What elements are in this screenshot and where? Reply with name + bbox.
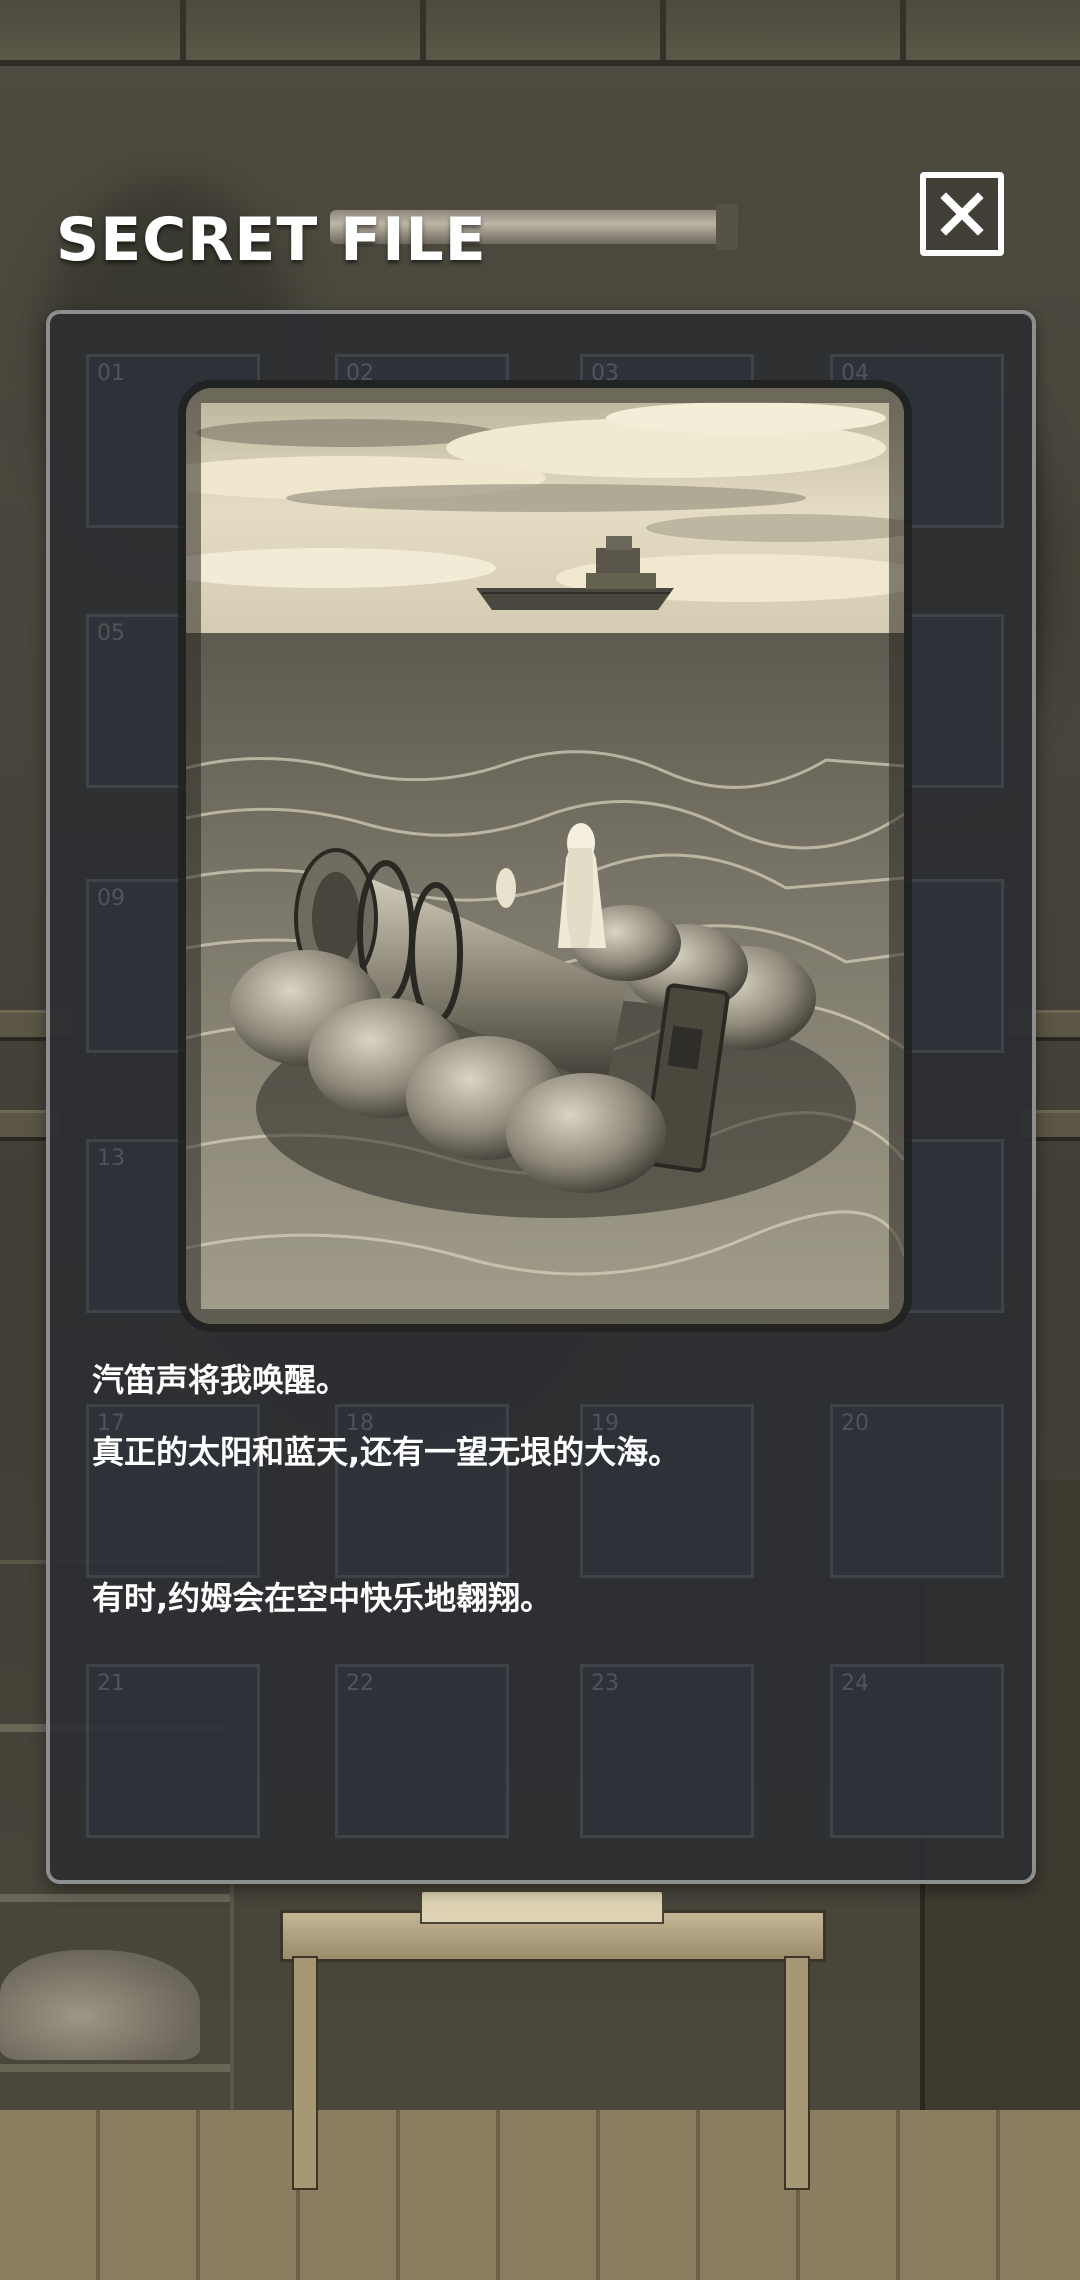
background-card-number: 04 bbox=[841, 361, 869, 386]
story-line-1: 汽笛声将我唤醒。 bbox=[92, 1361, 349, 1399]
raft-at-sea-picture bbox=[186, 388, 904, 1324]
background-card: 24 bbox=[830, 1664, 1004, 1838]
background-card-number: 13 bbox=[97, 1146, 125, 1171]
table-leg-right bbox=[784, 1956, 810, 2190]
background-card-number: 01 bbox=[97, 361, 125, 386]
background-card-number: 02 bbox=[346, 361, 374, 386]
table-leg-left bbox=[292, 1956, 318, 2190]
background-card-number: 03 bbox=[591, 361, 619, 386]
story-text: 汽笛声将我唤醒。 真正的太阳和蓝天,还有一望无垠的大海。 有时,约姆会在空中快乐… bbox=[92, 1344, 992, 1634]
background-card-number: 09 bbox=[97, 886, 125, 911]
secret-file-illustration bbox=[186, 388, 904, 1324]
story-line-2: 真正的太阳和蓝天,还有一望无垠的大海。 bbox=[92, 1433, 681, 1471]
background-card-number: 23 bbox=[591, 1671, 619, 1696]
story-line-4: 有时,约姆会在空中快乐地翱翔。 bbox=[92, 1579, 553, 1617]
background-card: 22 bbox=[335, 1664, 509, 1838]
story-line-3 bbox=[92, 1488, 992, 1562]
secret-file-panel: 0102030405060708091011121314151617181920… bbox=[46, 310, 1036, 1884]
background-card: 23 bbox=[580, 1664, 754, 1838]
wooden-floor bbox=[0, 2110, 1080, 2280]
rubble bbox=[0, 1950, 200, 2060]
background-card-number: 21 bbox=[97, 1671, 125, 1696]
background-card-number: 05 bbox=[97, 621, 125, 646]
page-title: SECRET FILE bbox=[56, 205, 487, 275]
open-book bbox=[420, 1890, 664, 1924]
ceiling bbox=[0, 0, 1080, 66]
background-card-number: 22 bbox=[346, 1671, 374, 1696]
pipe-fitting bbox=[716, 204, 738, 250]
background-card-number: 24 bbox=[841, 1671, 869, 1696]
background-card: 21 bbox=[86, 1664, 260, 1838]
close-icon bbox=[940, 192, 984, 236]
close-button[interactable] bbox=[920, 172, 1004, 256]
